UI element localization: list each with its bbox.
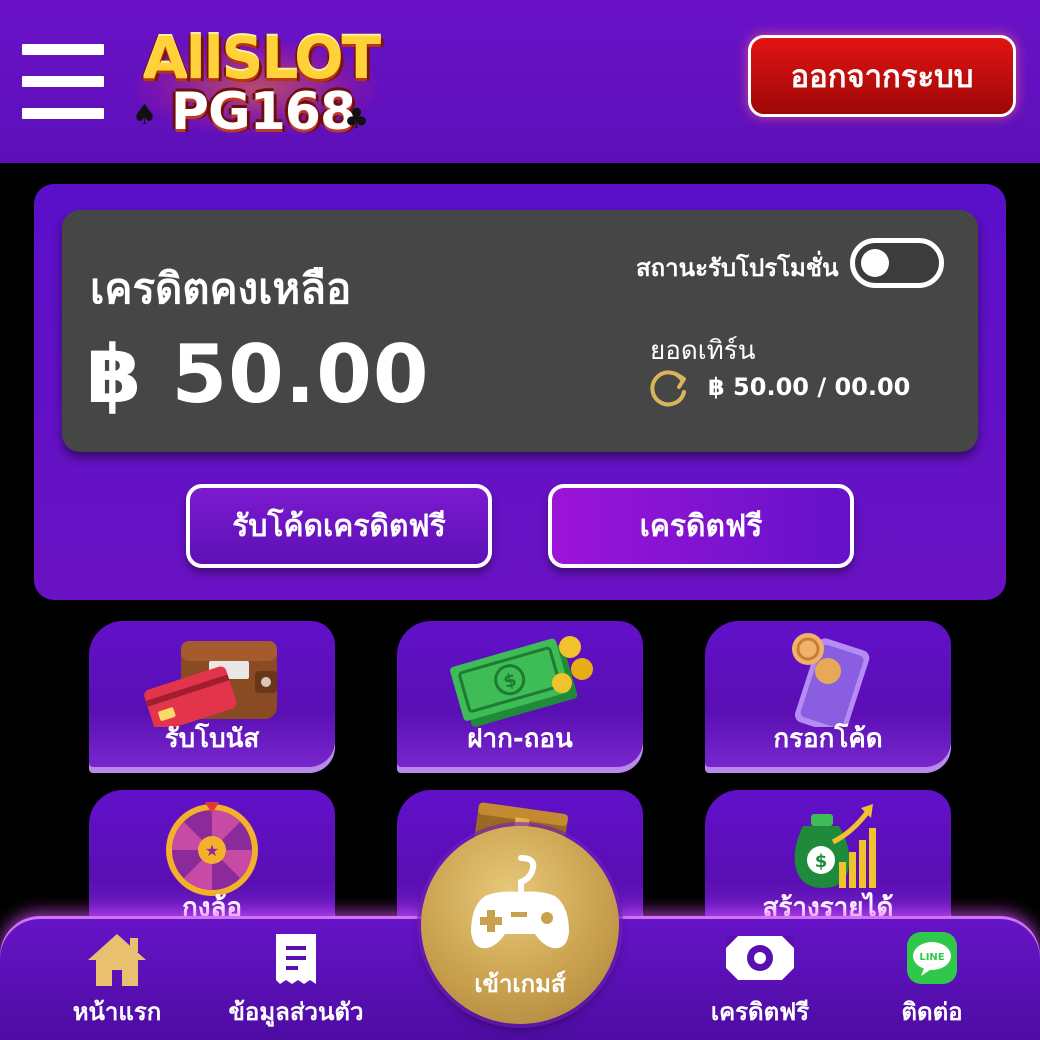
toggle-knob <box>861 249 889 277</box>
svg-text:$: $ <box>815 851 828 872</box>
wallet-icon <box>144 641 277 727</box>
logo[interactable]: AllSLOT PG168 ♠ ♣ <box>128 10 384 150</box>
phone-coin-icon <box>792 633 870 727</box>
cash-icon <box>726 936 794 980</box>
club-icon: ♣ <box>344 102 370 135</box>
page: AllSLOT PG168 ♠ ♣ ออกจากระบบ เครดิตคงเหล… <box>0 0 1040 1040</box>
nav-home[interactable]: หน้าแรก <box>62 930 172 1031</box>
nav-contact-label: ติดต่อ <box>901 998 963 1026</box>
credit-amount: ฿ 50.00 <box>86 328 430 421</box>
tile-deposit-withdraw[interactable]: $ ฝาก-ถอน <box>397 621 643 773</box>
tile-label: ฝาก-ถอน <box>467 724 573 754</box>
free-credit-button[interactable]: เครดิตฟรี <box>548 484 854 568</box>
refresh-icon[interactable] <box>646 366 690 410</box>
nav-free-credit[interactable]: เครดิตฟรี <box>700 930 820 1031</box>
nav-profile[interactable]: ข้อมูลส่วนตัว <box>222 930 370 1031</box>
turnover-label: ยอดเทิร์น <box>650 336 756 366</box>
nav-home-label: หน้าแรก <box>72 998 162 1026</box>
svg-text:LINE: LINE <box>919 952 944 963</box>
receipt-icon <box>276 934 316 984</box>
logout-button[interactable]: ออกจากระบบ <box>748 35 1016 117</box>
credit-title: เครดิตคงเหลือ <box>90 264 352 313</box>
credit-panel: เครดิตคงเหลือ ฿ 50.00 สถานะรับโปรโมชั่น … <box>34 184 1006 600</box>
logo-text-bottom: PG168 <box>170 82 356 142</box>
enter-game-button[interactable]: เข้าเกมส์ <box>421 826 619 1024</box>
promo-status-label: สถานะรับโปรโมชั่น <box>636 254 839 282</box>
home-icon <box>88 934 146 986</box>
promo-toggle[interactable] <box>850 238 944 288</box>
turnover-value: ฿ 50.00 / 00.00 <box>708 373 911 401</box>
gamepad-icon <box>471 855 569 949</box>
redeem-code-button[interactable]: รับโค้ดเครดิตฟรี <box>186 484 492 568</box>
money-bag-growth-icon: $ <box>794 804 876 888</box>
enter-game-label: เข้าเกมส์ <box>474 970 566 998</box>
money-icon: $ <box>450 636 593 727</box>
menu-icon[interactable] <box>22 44 104 120</box>
tile-label: กรอกโค้ด <box>773 724 883 754</box>
nav-profile-label: ข้อมูลส่วนตัว <box>228 998 364 1026</box>
svg-text:★: ★ <box>205 841 219 860</box>
credit-card: เครดิตคงเหลือ ฿ 50.00 สถานะรับโปรโมชั่น … <box>62 210 978 452</box>
nav-free-credit-label: เครดิตฟรี <box>710 998 810 1026</box>
spade-icon: ♠ <box>132 98 158 131</box>
line-icon: LINE <box>907 932 957 984</box>
tile-enter-code[interactable]: กรอกโค้ด <box>705 621 951 773</box>
header: AllSLOT PG168 ♠ ♣ ออกจากระบบ <box>0 0 1040 163</box>
tile-label: รับโบนัส <box>164 724 260 754</box>
tile-bonus[interactable]: รับโบนัส <box>89 621 335 773</box>
nav-contact[interactable]: LINE ติดต่อ <box>882 930 982 1031</box>
wheel-icon: ★ <box>166 802 258 896</box>
